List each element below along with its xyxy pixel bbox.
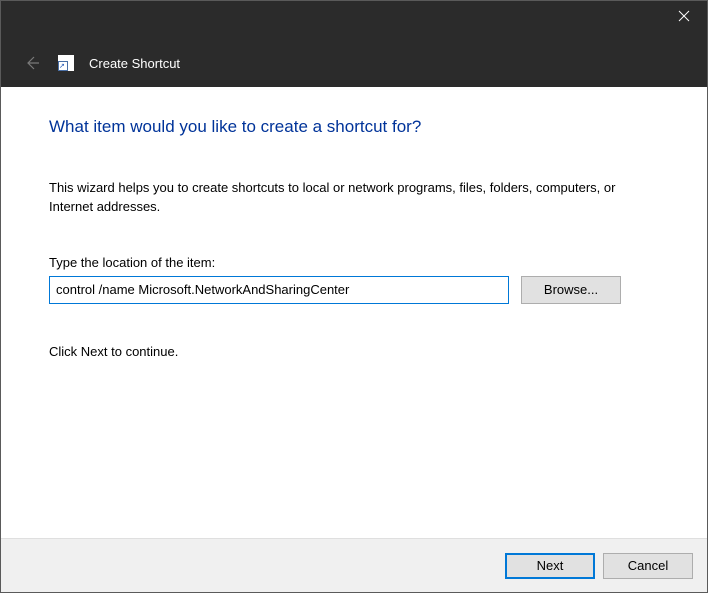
next-button[interactable]: Next	[505, 553, 595, 579]
wizard-title: Create Shortcut	[89, 56, 180, 71]
location-label: Type the location of the item:	[49, 255, 659, 270]
shortcut-icon: ↗	[58, 55, 74, 71]
description-text: This wizard helps you to create shortcut…	[49, 179, 659, 217]
browse-button[interactable]: Browse...	[521, 276, 621, 304]
close-icon	[678, 10, 690, 22]
location-input[interactable]	[49, 276, 509, 304]
continue-text: Click Next to continue.	[49, 344, 659, 359]
wizard-content: What item would you like to create a sho…	[1, 87, 707, 538]
wizard-header: ↗ Create Shortcut	[1, 39, 707, 87]
cancel-button[interactable]: Cancel	[603, 553, 693, 579]
back-arrow-icon	[22, 54, 40, 72]
wizard-footer: Next Cancel	[1, 538, 707, 592]
titlebar	[1, 1, 707, 39]
back-button[interactable]	[19, 51, 43, 75]
input-row: Browse...	[49, 276, 659, 304]
close-button[interactable]	[661, 1, 707, 31]
page-heading: What item would you like to create a sho…	[49, 117, 659, 137]
